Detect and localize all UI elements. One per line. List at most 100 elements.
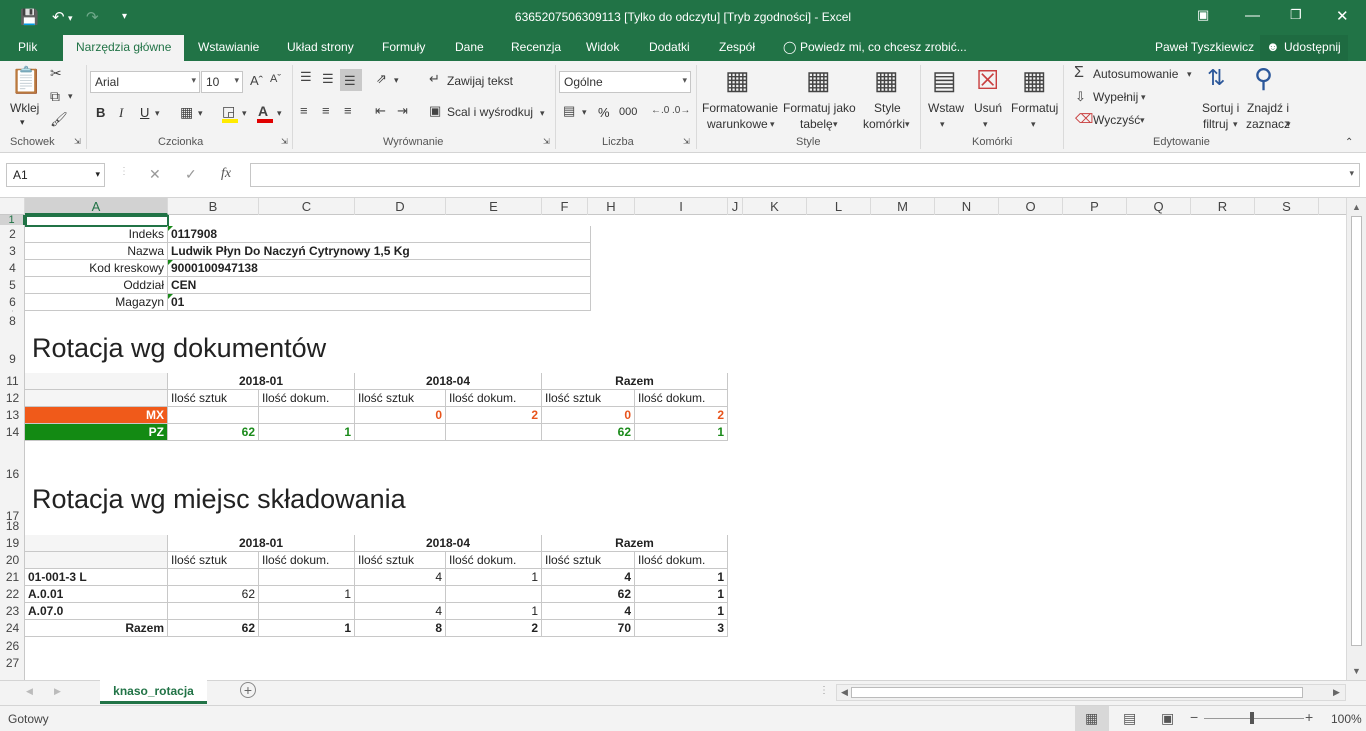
borders-icon[interactable]: ▦ xyxy=(180,104,193,121)
tab-review[interactable]: Recenzja xyxy=(511,40,561,54)
orientation-icon[interactable]: ⇗ xyxy=(376,71,387,87)
row-header[interactable]: 12 xyxy=(0,390,25,407)
percent-button[interactable]: % xyxy=(598,105,610,120)
column-header[interactable]: F xyxy=(542,198,588,215)
align-center-icon[interactable]: ≡ xyxy=(322,103,330,118)
table-cell[interactable]: 3 xyxy=(635,620,728,637)
format-dropdown-icon[interactable]: ▾ xyxy=(1031,119,1036,130)
tab-team[interactable]: Zespół xyxy=(719,40,755,54)
table-cell[interactable] xyxy=(259,603,355,620)
increase-indent-icon[interactable]: ⇥ xyxy=(397,103,408,119)
font-launcher-icon[interactable]: ⇲ xyxy=(281,137,288,146)
table-cell[interactable]: 1 xyxy=(446,569,542,586)
row-header[interactable]: 3 xyxy=(0,243,25,260)
decrease-font-icon[interactable]: Aˇ xyxy=(270,73,281,85)
table-cell[interactable] xyxy=(259,407,355,424)
table-cell[interactable]: 62 xyxy=(168,620,259,637)
alignment-launcher-icon[interactable]: ⇲ xyxy=(543,137,550,146)
table-corner[interactable] xyxy=(25,390,168,407)
row-header[interactable]: 26 xyxy=(0,638,25,655)
period-header[interactable]: Razem xyxy=(542,373,728,390)
tab-addins[interactable]: Dodatki xyxy=(649,40,690,54)
fill-color-dropdown-icon[interactable]: ▾ xyxy=(242,108,247,119)
row-header[interactable]: 27 xyxy=(0,655,25,672)
align-right-icon[interactable]: ≡ xyxy=(344,103,352,118)
section-title[interactable]: Rotacja wg dokumentów xyxy=(25,332,625,366)
normal-view-icon[interactable]: ▦ xyxy=(1085,710,1098,727)
column-header[interactable]: D xyxy=(355,198,446,215)
table-cell[interactable]: 4 xyxy=(355,569,446,586)
column-header[interactable]: M xyxy=(871,198,935,215)
sheet-tab-active[interactable]: knaso_rotacja xyxy=(100,680,207,704)
delete-cells-button[interactable]: Usuń xyxy=(974,101,1002,115)
sort-filter-dropdown-icon[interactable]: ▾ xyxy=(1233,119,1238,130)
info-value[interactable]: 9000100947138 xyxy=(168,260,591,277)
info-label[interactable]: Magazyn xyxy=(25,294,168,311)
cell-styles-dropdown-icon[interactable]: ▾ xyxy=(905,119,910,130)
format-cells-button[interactable]: Formatuj xyxy=(1011,101,1058,115)
info-value[interactable]: 01 xyxy=(168,294,591,311)
column-header[interactable]: Q xyxy=(1127,198,1191,215)
column-header[interactable]: K xyxy=(743,198,807,215)
sort-filter-line2[interactable]: filtruj xyxy=(1203,117,1228,131)
column-header[interactable]: I xyxy=(635,198,728,215)
subheader[interactable]: Ilość dokum. xyxy=(259,552,355,569)
clipboard-launcher-icon[interactable]: ⇲ xyxy=(74,137,81,146)
row-header[interactable]: 8 xyxy=(0,313,25,330)
zoom-slider-thumb[interactable] xyxy=(1250,712,1254,724)
merge-center-button[interactable]: Scal i wyśrodkuj xyxy=(447,105,533,119)
row-header[interactable]: 4 xyxy=(0,260,25,277)
cell-styles-line1[interactable]: Style xyxy=(874,101,901,115)
column-header[interactable]: N xyxy=(935,198,999,215)
table-cell[interactable] xyxy=(259,569,355,586)
format-cells-icon[interactable]: ▦ xyxy=(1022,65,1047,96)
subheader[interactable]: Ilość sztuk xyxy=(168,552,259,569)
column-header[interactable]: A xyxy=(25,198,168,215)
align-bottom-icon[interactable]: ☰ xyxy=(344,73,356,89)
info-value[interactable]: Ludwik Płyn Do Naczyń Cytrynowy 1,5 Kg xyxy=(168,243,591,260)
tab-splitter-icon[interactable]: ⋮ xyxy=(819,685,829,696)
tab-home[interactable]: Narzędzia główne xyxy=(63,35,185,61)
section-title[interactable]: Rotacja wg miejsc składowania xyxy=(25,483,625,517)
tab-view[interactable]: Widok xyxy=(586,40,619,54)
user-name[interactable]: Paweł Tyszkiewicz xyxy=(1155,40,1254,54)
column-header[interactable]: B xyxy=(168,198,259,215)
table-corner[interactable] xyxy=(25,373,168,390)
location-label[interactable]: A.0.01 xyxy=(25,586,168,603)
number-launcher-icon[interactable]: ⇲ xyxy=(683,137,690,146)
sort-filter-icon[interactable]: ⇅ xyxy=(1207,65,1225,91)
table-cell[interactable]: 1 xyxy=(259,620,355,637)
column-header[interactable]: P xyxy=(1063,198,1127,215)
expand-formula-icon[interactable]: ▾ xyxy=(1349,168,1354,179)
search-icon[interactable]: ⚲ xyxy=(1254,63,1273,94)
location-label[interactable]: A.07.0 xyxy=(25,603,168,620)
table-cell[interactable] xyxy=(168,569,259,586)
name-box[interactable]: A1 ▾ xyxy=(6,163,105,187)
autosum-icon[interactable]: Σ xyxy=(1074,64,1084,82)
table-cell[interactable]: 2 xyxy=(446,620,542,637)
wrap-text-button[interactable]: Zawijaj tekst xyxy=(447,74,513,88)
zoom-in-icon[interactable]: + xyxy=(1305,709,1313,725)
subheader[interactable]: Ilość sztuk xyxy=(542,552,635,569)
page-break-view-icon[interactable]: ▣ xyxy=(1161,710,1174,727)
format-as-table-icon[interactable]: ▦ xyxy=(806,65,831,96)
column-header[interactable]: C xyxy=(259,198,355,215)
close-icon[interactable]: ✕ xyxy=(1336,7,1349,25)
column-header[interactable]: O xyxy=(999,198,1063,215)
delete-dropdown-icon[interactable]: ▾ xyxy=(983,119,988,130)
row-label-mx[interactable]: MX xyxy=(25,407,168,424)
info-value[interactable]: CEN xyxy=(168,277,591,294)
cell-styles-icon[interactable]: ▦ xyxy=(874,65,899,96)
fill-button[interactable]: Wypełnij xyxy=(1093,90,1138,104)
table-cell[interactable]: 62 xyxy=(168,424,259,441)
paste-dropdown-icon[interactable]: ▾ xyxy=(20,117,25,128)
format-painter-icon[interactable]: 🖌 xyxy=(50,111,68,128)
table-cell[interactable] xyxy=(355,586,446,603)
increase-decimal-icon[interactable]: ←.0 xyxy=(651,105,669,116)
period-header[interactable]: 2018-04 xyxy=(355,373,542,390)
collapse-ribbon-icon[interactable]: ⌃ xyxy=(1345,137,1353,148)
table-cell[interactable]: 1 xyxy=(635,586,728,603)
delete-cells-icon[interactable]: ☒ xyxy=(976,65,999,96)
font-size-combo[interactable]: 10 ▾ xyxy=(201,71,243,93)
subheader[interactable]: Ilość dokum. xyxy=(635,552,728,569)
